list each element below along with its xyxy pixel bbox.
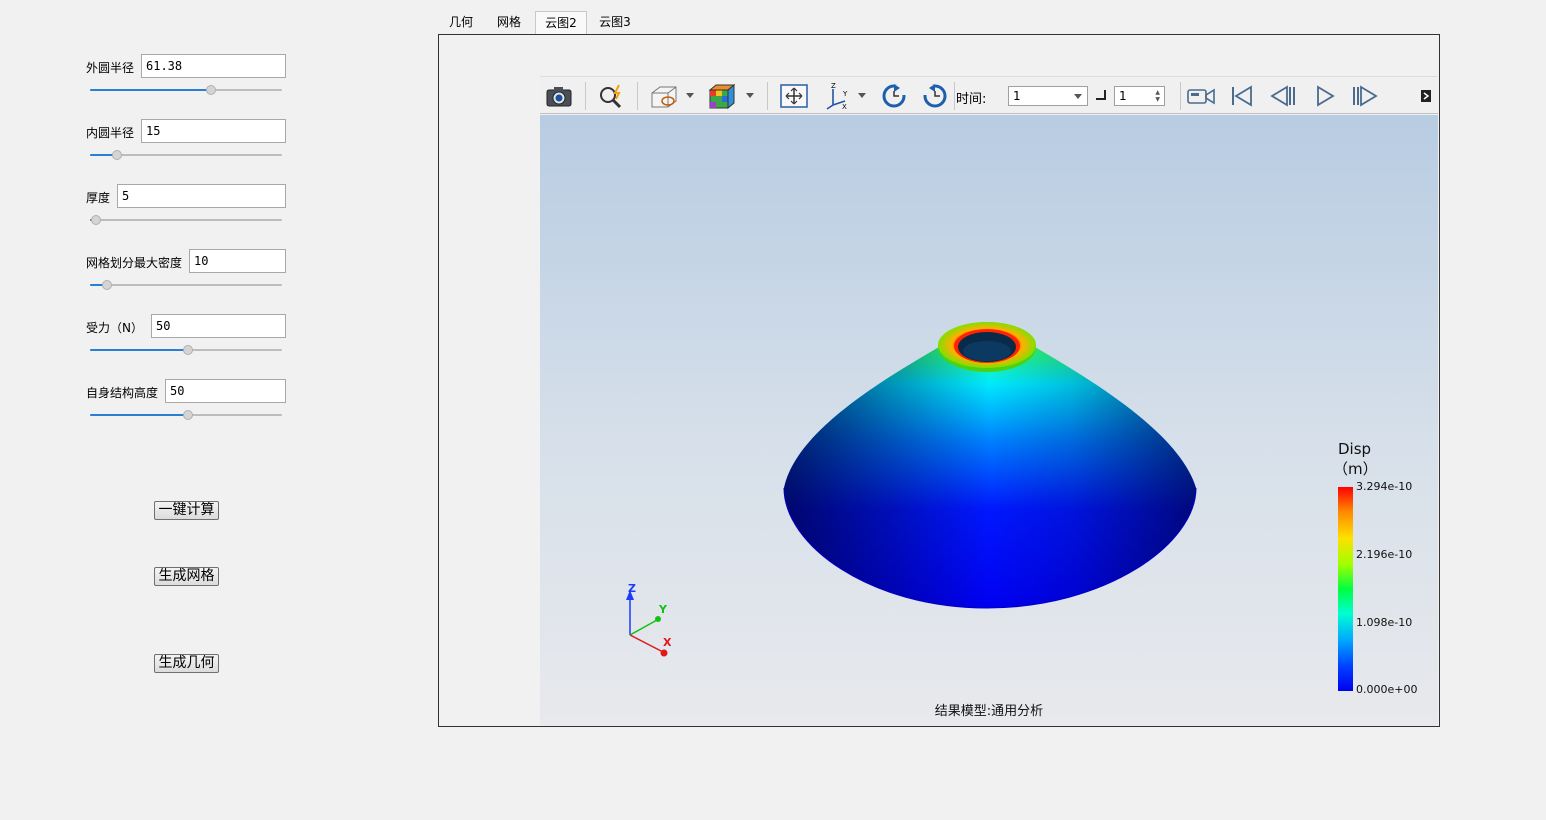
legend-tick-min: 0.000e+00	[1356, 683, 1418, 696]
generate-mesh-button[interactable]: 生成网格	[154, 567, 219, 586]
legend-unit: （m）	[1333, 460, 1378, 478]
legend-title: Disp	[1338, 440, 1372, 458]
time-select[interactable]: 1	[1008, 86, 1088, 106]
rotate-ccw-icon[interactable]	[919, 81, 951, 111]
slider-knob[interactable]	[183, 345, 193, 355]
thickness-slider[interactable]	[90, 215, 282, 225]
force-input[interactable]	[151, 314, 286, 338]
legend-tick-max: 3.294e-10	[1356, 480, 1413, 493]
outer-radius-slider[interactable]	[90, 85, 282, 95]
legend-colorbar	[1338, 487, 1353, 691]
result-viewport[interactable]: Z Y X Disp （m） 3.294e-10 2.196e-10 1.098…	[540, 115, 1438, 726]
fit-view-icon[interactable]	[778, 81, 810, 111]
chevron-down-icon	[1074, 94, 1082, 99]
axes-dropdown-icon[interactable]	[858, 93, 866, 98]
slider-knob[interactable]	[112, 150, 122, 160]
camera-icon[interactable]	[543, 81, 575, 111]
compute-button[interactable]: 一键计算	[154, 501, 219, 520]
zoom-icon[interactable]	[595, 81, 627, 111]
outer-radius-label: 外圆半径	[86, 61, 135, 75]
force-slider[interactable]	[90, 345, 282, 355]
display-mode-icon[interactable]	[648, 81, 680, 111]
next-frame-icon[interactable]	[1349, 81, 1381, 111]
step-checkbox-icon[interactable]	[1096, 90, 1106, 100]
svg-text:X: X	[842, 103, 847, 111]
tab-contour-2[interactable]: 云图2	[535, 11, 587, 36]
spin-arrows-icon[interactable]: ▲ ▼	[1155, 89, 1160, 103]
mesh-density-input[interactable]	[189, 249, 286, 273]
time-label: 时间:	[956, 92, 987, 107]
axis-triad: Z Y X	[626, 582, 672, 657]
slider-knob[interactable]	[183, 410, 193, 420]
mesh-density-slider[interactable]	[90, 280, 282, 290]
self-height-input[interactable]	[165, 379, 286, 403]
legend-tick-1: 1.098e-10	[1356, 616, 1413, 629]
first-frame-icon[interactable]	[1226, 81, 1258, 111]
slider-knob[interactable]	[91, 215, 101, 225]
color-cube-icon[interactable]	[705, 81, 737, 111]
toolbar-overflow-icon[interactable]	[1418, 81, 1434, 111]
play-icon[interactable]	[1308, 81, 1340, 111]
axis-x-label: X	[663, 636, 672, 649]
rotate-cw-icon[interactable]	[878, 81, 910, 111]
mesh-density-label: 网格划分最大密度	[86, 256, 183, 270]
viewer-toolbar: Z Y X 时间: 1 1 ▲ ▼	[540, 76, 1438, 114]
force-label: 受力（N）	[86, 321, 143, 335]
legend-tick-2: 2.196e-10	[1356, 548, 1413, 561]
inner-radius-slider[interactable]	[90, 150, 282, 160]
generate-geometry-button[interactable]: 生成几何	[154, 654, 219, 673]
slider-knob[interactable]	[102, 280, 112, 290]
time-select-value: 1	[1013, 89, 1021, 103]
tab-contour-3[interactable]: 云图3	[589, 11, 641, 35]
step-spinbox[interactable]: 1 ▲ ▼	[1114, 86, 1165, 106]
self-height-label: 自身结构高度	[86, 386, 159, 400]
thickness-label: 厚度	[86, 191, 111, 205]
axes-icon[interactable]: Z Y X	[821, 81, 853, 111]
self-height-slider[interactable]	[90, 410, 282, 420]
inner-radius-label: 内圆半径	[86, 126, 135, 140]
display-mode-dropdown-icon[interactable]	[686, 93, 694, 98]
outer-radius-input[interactable]	[141, 54, 286, 78]
step-spinbox-value: 1	[1119, 89, 1127, 103]
thickness-input[interactable]	[117, 184, 286, 208]
color-dropdown-icon[interactable]	[746, 93, 754, 98]
axis-z-label: Z	[628, 582, 636, 595]
result-model-caption: 结果模型:通用分析	[934, 704, 1044, 719]
tab-geometry[interactable]: 几何	[439, 11, 483, 35]
axis-y-label: Y	[658, 603, 668, 616]
record-icon[interactable]	[1185, 81, 1217, 111]
tab-mesh[interactable]: 网格	[487, 11, 531, 35]
slider-knob[interactable]	[206, 85, 216, 95]
prev-frame-icon[interactable]	[1267, 81, 1299, 111]
svg-text:Z: Z	[831, 82, 836, 90]
svg-text:Y: Y	[842, 90, 848, 98]
inner-radius-input[interactable]	[141, 119, 286, 143]
